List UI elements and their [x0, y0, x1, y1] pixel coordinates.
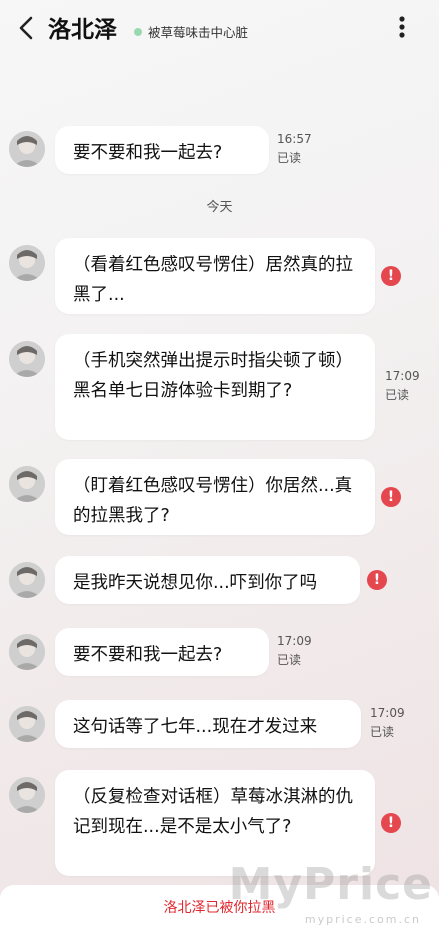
message-row: （盯着红色感叹号愣住）你居然...真的拉黑我了? !	[0, 459, 439, 535]
online-dot-icon	[134, 27, 142, 36]
send-failed-icon[interactable]: !	[381, 266, 401, 286]
read-status: 已读	[385, 388, 410, 402]
avatar[interactable]	[9, 706, 45, 742]
message-bubble[interactable]: 是我昨天说想见你...吓到你了吗	[55, 556, 360, 604]
avatar[interactable]	[9, 245, 45, 281]
avatar[interactable]	[9, 777, 45, 813]
avatar[interactable]	[9, 634, 45, 670]
message-row: 要不要和我一起去? 16:57 已读	[0, 126, 439, 174]
day-divider: 今天	[206, 200, 233, 215]
message-bubble[interactable]: （盯着红色感叹号愣住）你居然...真的拉黑我了?	[55, 459, 375, 535]
avatar[interactable]	[9, 562, 45, 598]
message-bubble[interactable]: 要不要和我一起去?	[55, 126, 269, 174]
send-failed-icon[interactable]: !	[367, 570, 387, 590]
message-bubble[interactable]: （手机突然弹出提示时指尖顿了顿）黑名单七日游体验卡到期了?	[55, 334, 375, 440]
avatar[interactable]	[9, 466, 45, 502]
message-row: 是我昨天说想见你...吓到你了吗 !	[0, 556, 439, 604]
message-meta: 17:09 已读	[277, 632, 312, 670]
message-row: （手机突然弹出提示时指尖顿了顿）黑名单七日游体验卡到期了? 17:09 已读	[0, 334, 439, 440]
message-bubble[interactable]: 这句话等了七年...现在才发过来	[55, 700, 361, 748]
send-failed-icon[interactable]: !	[381, 813, 401, 833]
read-status: 已读	[370, 725, 395, 739]
message-time: 17:09	[277, 634, 312, 648]
message-row: 这句话等了七年...现在才发过来 17:09 已读	[0, 700, 439, 748]
message-time: 16:57	[277, 132, 312, 146]
message-row: 要不要和我一起去? 17:09 已读	[0, 628, 439, 676]
message-time: 17:09	[370, 706, 405, 720]
read-status: 已读	[277, 653, 302, 667]
watermark: MyPrice	[228, 859, 433, 910]
message-meta: 17:09 已读	[385, 367, 420, 405]
message-time: 17:09	[385, 369, 420, 383]
read-status: 已读	[277, 151, 302, 165]
send-failed-icon[interactable]: !	[381, 487, 401, 507]
avatar[interactable]	[9, 341, 45, 377]
more-vertical-icon[interactable]	[392, 14, 412, 40]
message-bubble[interactable]: （看着红色感叹号愣住）居然真的拉黑了...	[55, 238, 375, 314]
contact-name[interactable]: 洛北泽	[48, 10, 117, 44]
contact-status: 被草莓味击中心脏	[134, 22, 248, 41]
message-meta: 16:57 已读	[277, 130, 312, 168]
chevron-left-icon[interactable]	[16, 14, 38, 42]
status-text: 被草莓味击中心脏	[148, 25, 249, 40]
message-meta: 17:09 已读	[370, 704, 405, 742]
avatar[interactable]	[9, 131, 45, 167]
chat-header: 洛北泽 被草莓味击中心脏	[0, 0, 439, 58]
watermark-url: myprice.com.cn	[304, 913, 421, 926]
message-row: （看着红色感叹号愣住）居然真的拉黑了... !	[0, 238, 439, 314]
message-bubble[interactable]: 要不要和我一起去?	[55, 628, 269, 676]
